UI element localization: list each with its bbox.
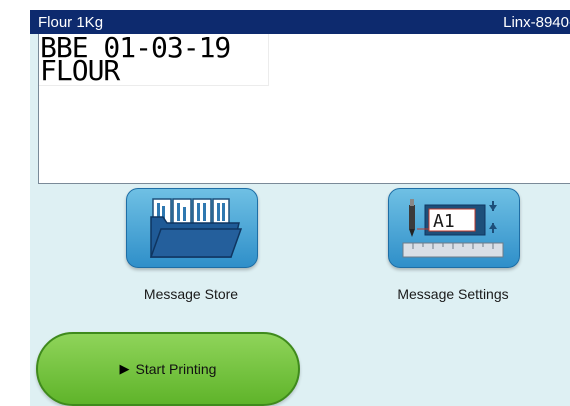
message-store-label: Message Store bbox=[143, 286, 239, 302]
message-name: Flour 1Kg bbox=[38, 13, 104, 31]
printer-screen: Flour 1Kg Linx-8940- BBE 01-03-19 FLOUR bbox=[30, 10, 570, 406]
a1-text: A1 bbox=[433, 211, 455, 232]
message-text-area: BBE 01-03-19 FLOUR bbox=[39, 34, 269, 86]
message-settings-button[interactable]: A1 bbox=[388, 188, 520, 268]
message-preview[interactable]: BBE 01-03-19 FLOUR bbox=[38, 34, 570, 184]
message-settings-label: Message Settings bbox=[397, 286, 509, 302]
start-printing-button[interactable]: ▶ Start Printing bbox=[36, 332, 300, 406]
message-store-button[interactable] bbox=[126, 188, 258, 268]
message-store-icon-box bbox=[126, 188, 258, 268]
folder-icon bbox=[149, 198, 243, 258]
play-icon: ▶ bbox=[119, 361, 130, 376]
message-settings-icon-box: A1 bbox=[388, 188, 520, 268]
start-printing-label: Start Printing bbox=[135, 361, 217, 377]
message-settings-icon: A1 bbox=[402, 199, 504, 258]
printer-id: Linx-8940- bbox=[503, 13, 570, 31]
